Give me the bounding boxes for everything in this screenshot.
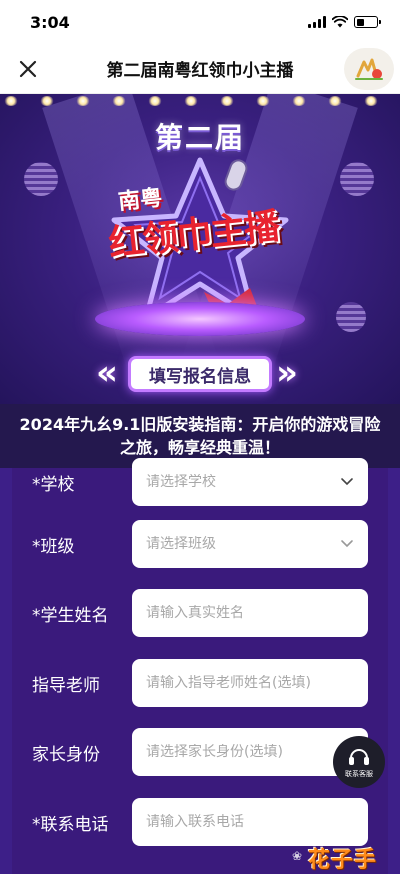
chevron-down-icon (341, 540, 353, 548)
teacher-name-input[interactable] (146, 675, 354, 691)
form-row-teacher: 指导老师 (0, 659, 400, 707)
customer-service-label: 联系客服 (345, 770, 373, 778)
season-title: 第二届 (154, 121, 245, 154)
stage-light (76, 96, 90, 106)
status-bar: 3:04 (0, 0, 400, 44)
field-label: 家长身份 (32, 744, 100, 765)
field-label: *学校 (32, 474, 75, 495)
school-select[interactable] (132, 458, 368, 506)
stage-platform (95, 302, 305, 336)
school-input[interactable] (146, 474, 354, 490)
class-select[interactable] (132, 520, 368, 568)
phone-field[interactable] (132, 798, 368, 846)
form-row-class: *班级 (0, 520, 400, 568)
stage-light (220, 96, 234, 106)
parent-identity-select[interactable] (132, 728, 368, 776)
nav-bar: 第二届南粤红领巾小主播 (0, 44, 400, 94)
stage-light (292, 96, 306, 106)
disco-ball-icon (336, 302, 366, 332)
form-row-student-name: *学生姓名 (0, 589, 400, 637)
class-input[interactable] (146, 536, 354, 552)
wifi-icon (332, 16, 348, 28)
banner: 第二届 南粤 红领巾主播 « » 填写报名信息 (0, 94, 400, 404)
caption-text: 2024年九幺9.1旧版安装指南：开启你的游戏冒险之旅，畅享经典重温！ (19, 414, 381, 457)
stage-light (256, 96, 270, 106)
stage-light (364, 96, 378, 106)
watermark: ❀ 花子手游 (290, 842, 396, 873)
stage-light (148, 96, 162, 106)
student-name-input[interactable] (146, 605, 354, 621)
watermark-text: 花子手游 (308, 848, 378, 873)
battery-icon (354, 16, 381, 28)
mini-program-logo-icon (355, 58, 383, 80)
field-label: *联系电话 (32, 814, 109, 835)
headset-icon (349, 749, 369, 765)
status-icons (308, 16, 381, 28)
field-label: *班级 (32, 536, 75, 557)
disco-ball-icon (24, 162, 58, 196)
student-name-field[interactable] (132, 589, 368, 637)
stage-light (4, 96, 18, 106)
customer-service-button[interactable]: 联系客服 (333, 736, 385, 788)
chevron-left-icon: « (96, 353, 118, 393)
stage-light (112, 96, 126, 106)
chevron-down-icon (341, 478, 353, 486)
stage-light (40, 96, 54, 106)
disco-ball-icon (340, 162, 374, 196)
signal-icon (308, 16, 326, 28)
form-row-phone: *联系电话 (0, 798, 400, 846)
chevron-right-icon: » (276, 353, 298, 393)
close-icon[interactable] (16, 57, 40, 81)
phone-input[interactable] (146, 814, 354, 830)
status-time: 3:04 (30, 12, 70, 32)
parent-identity-input[interactable] (146, 744, 354, 760)
field-label: 指导老师 (32, 675, 100, 696)
section-header: 填写报名信息 (128, 356, 272, 392)
field-label: *学生姓名 (32, 605, 109, 626)
stage-light (184, 96, 198, 106)
stage-light (328, 96, 342, 106)
form-row-school: *学校 (0, 458, 400, 506)
paw-icon: ❀ (292, 849, 303, 863)
page-title: 第二届南粤红领巾小主播 (106, 61, 294, 81)
mini-program-button[interactable] (344, 48, 394, 90)
teacher-name-field[interactable] (132, 659, 368, 707)
